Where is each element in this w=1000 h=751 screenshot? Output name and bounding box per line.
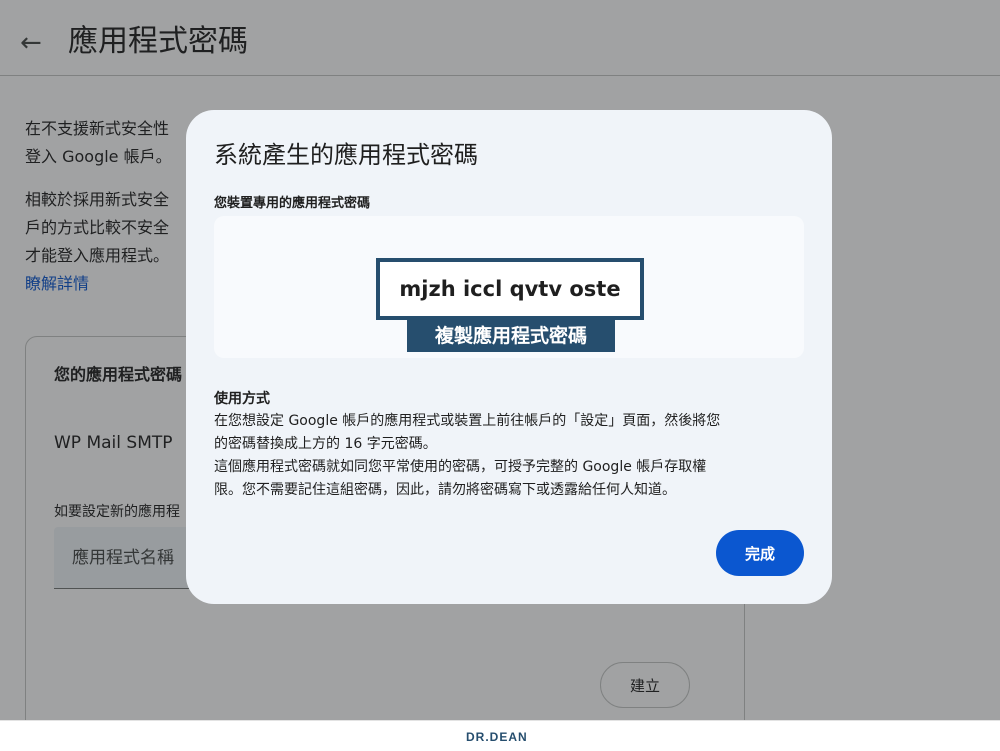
usage-text: 在您想設定 Google 帳戶的應用程式或裝置上前往帳戶的「設定」頁面，然後將您…	[214, 413, 721, 498]
done-button[interactable]: 完成	[716, 530, 804, 576]
footer: DR.DEAN	[0, 720, 1000, 751]
brand-logo: DR.DEAN	[466, 730, 528, 744]
password-box: mjzh iccl qvtv oste 複製應用程式密碼	[214, 216, 804, 358]
generated-password-dialog: 系統產生的應用程式密碼 您裝置專用的應用程式密碼 mjzh iccl qvtv …	[186, 110, 832, 604]
dialog-title: 系統產生的應用程式密碼	[214, 141, 478, 169]
usage-title: 使用方式	[214, 391, 270, 407]
copy-password-button[interactable]: 複製應用程式密碼	[407, 320, 615, 352]
password-label: 您裝置專用的應用程式密碼	[214, 196, 371, 211]
password-value[interactable]: mjzh iccl qvtv oste	[376, 258, 644, 320]
